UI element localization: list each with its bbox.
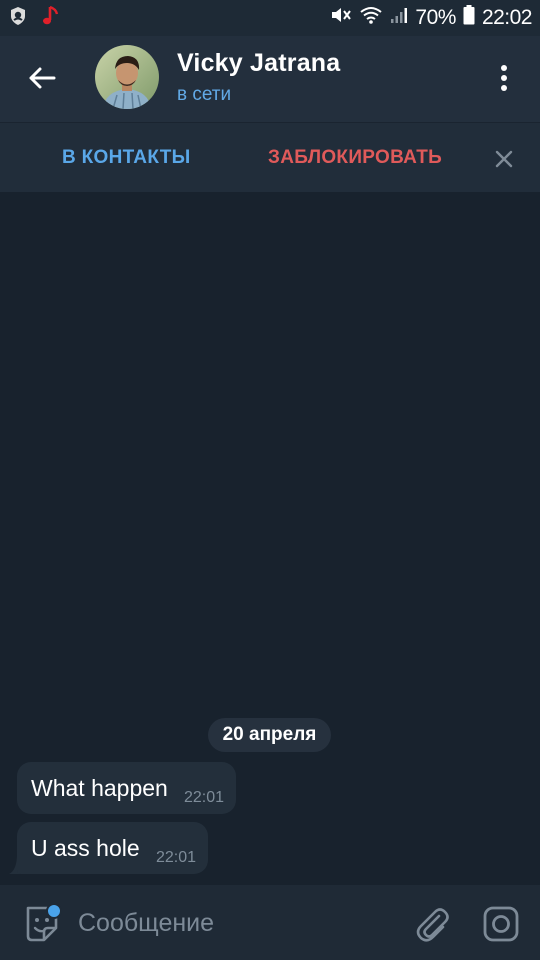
status-bar-left	[8, 5, 60, 32]
block-user-button[interactable]: ЗАБЛОКИРОВАТЬ	[268, 147, 442, 169]
back-arrow-icon	[29, 67, 56, 89]
date-separator: 20 апреля	[208, 718, 331, 752]
message-composer	[0, 885, 540, 960]
new-stickers-badge	[46, 903, 62, 919]
message-list[interactable]: 20 апреля What happen 22:01 U ass hole 2…	[0, 192, 540, 885]
close-icon	[495, 150, 513, 168]
status-bar: 70% 22:02	[0, 0, 540, 36]
music-note-icon	[42, 5, 60, 32]
message-bubble[interactable]: What happen 22:01	[17, 762, 236, 814]
chat-header: Vicky Jatrana в сети	[0, 36, 540, 122]
contact-status: в сети	[177, 84, 232, 105]
more-vertical-icon	[501, 65, 507, 91]
message-bubble[interactable]: U ass hole 22:01	[17, 822, 208, 874]
attach-button[interactable]	[413, 905, 451, 943]
contact-name[interactable]: Vicky Jatrana	[177, 49, 340, 78]
message-text: U ass hole	[31, 835, 140, 861]
shield-app-icon	[8, 6, 28, 31]
dismiss-action-bar-button[interactable]	[492, 147, 516, 171]
battery-icon	[463, 5, 475, 31]
status-bar-right: 70% 22:02	[330, 5, 533, 31]
avatar[interactable]	[95, 45, 159, 109]
message-time: 22:01	[183, 789, 224, 806]
message-time: 22:01	[155, 849, 196, 866]
clock: 22:02	[481, 6, 533, 29]
wifi-icon	[359, 5, 383, 31]
camera-icon	[483, 906, 519, 942]
camera-button[interactable]	[482, 905, 520, 943]
attach-icon	[416, 908, 449, 942]
more-options-button[interactable]	[486, 58, 522, 98]
mute-icon	[330, 5, 352, 31]
signal-icon	[390, 6, 408, 30]
chat-screen: 70% 22:02 Vicky Jatrana в сети В КОНТАКТ…	[0, 0, 540, 960]
message-input[interactable]	[78, 905, 378, 941]
battery-percent: 70%	[415, 6, 456, 29]
add-to-contacts-button[interactable]: В КОНТАКТЫ	[62, 147, 191, 169]
back-button[interactable]	[20, 56, 64, 100]
message-text: What happen	[31, 775, 168, 801]
contact-action-bar: В КОНТАКТЫ ЗАБЛОКИРОВАТЬ	[0, 122, 540, 192]
